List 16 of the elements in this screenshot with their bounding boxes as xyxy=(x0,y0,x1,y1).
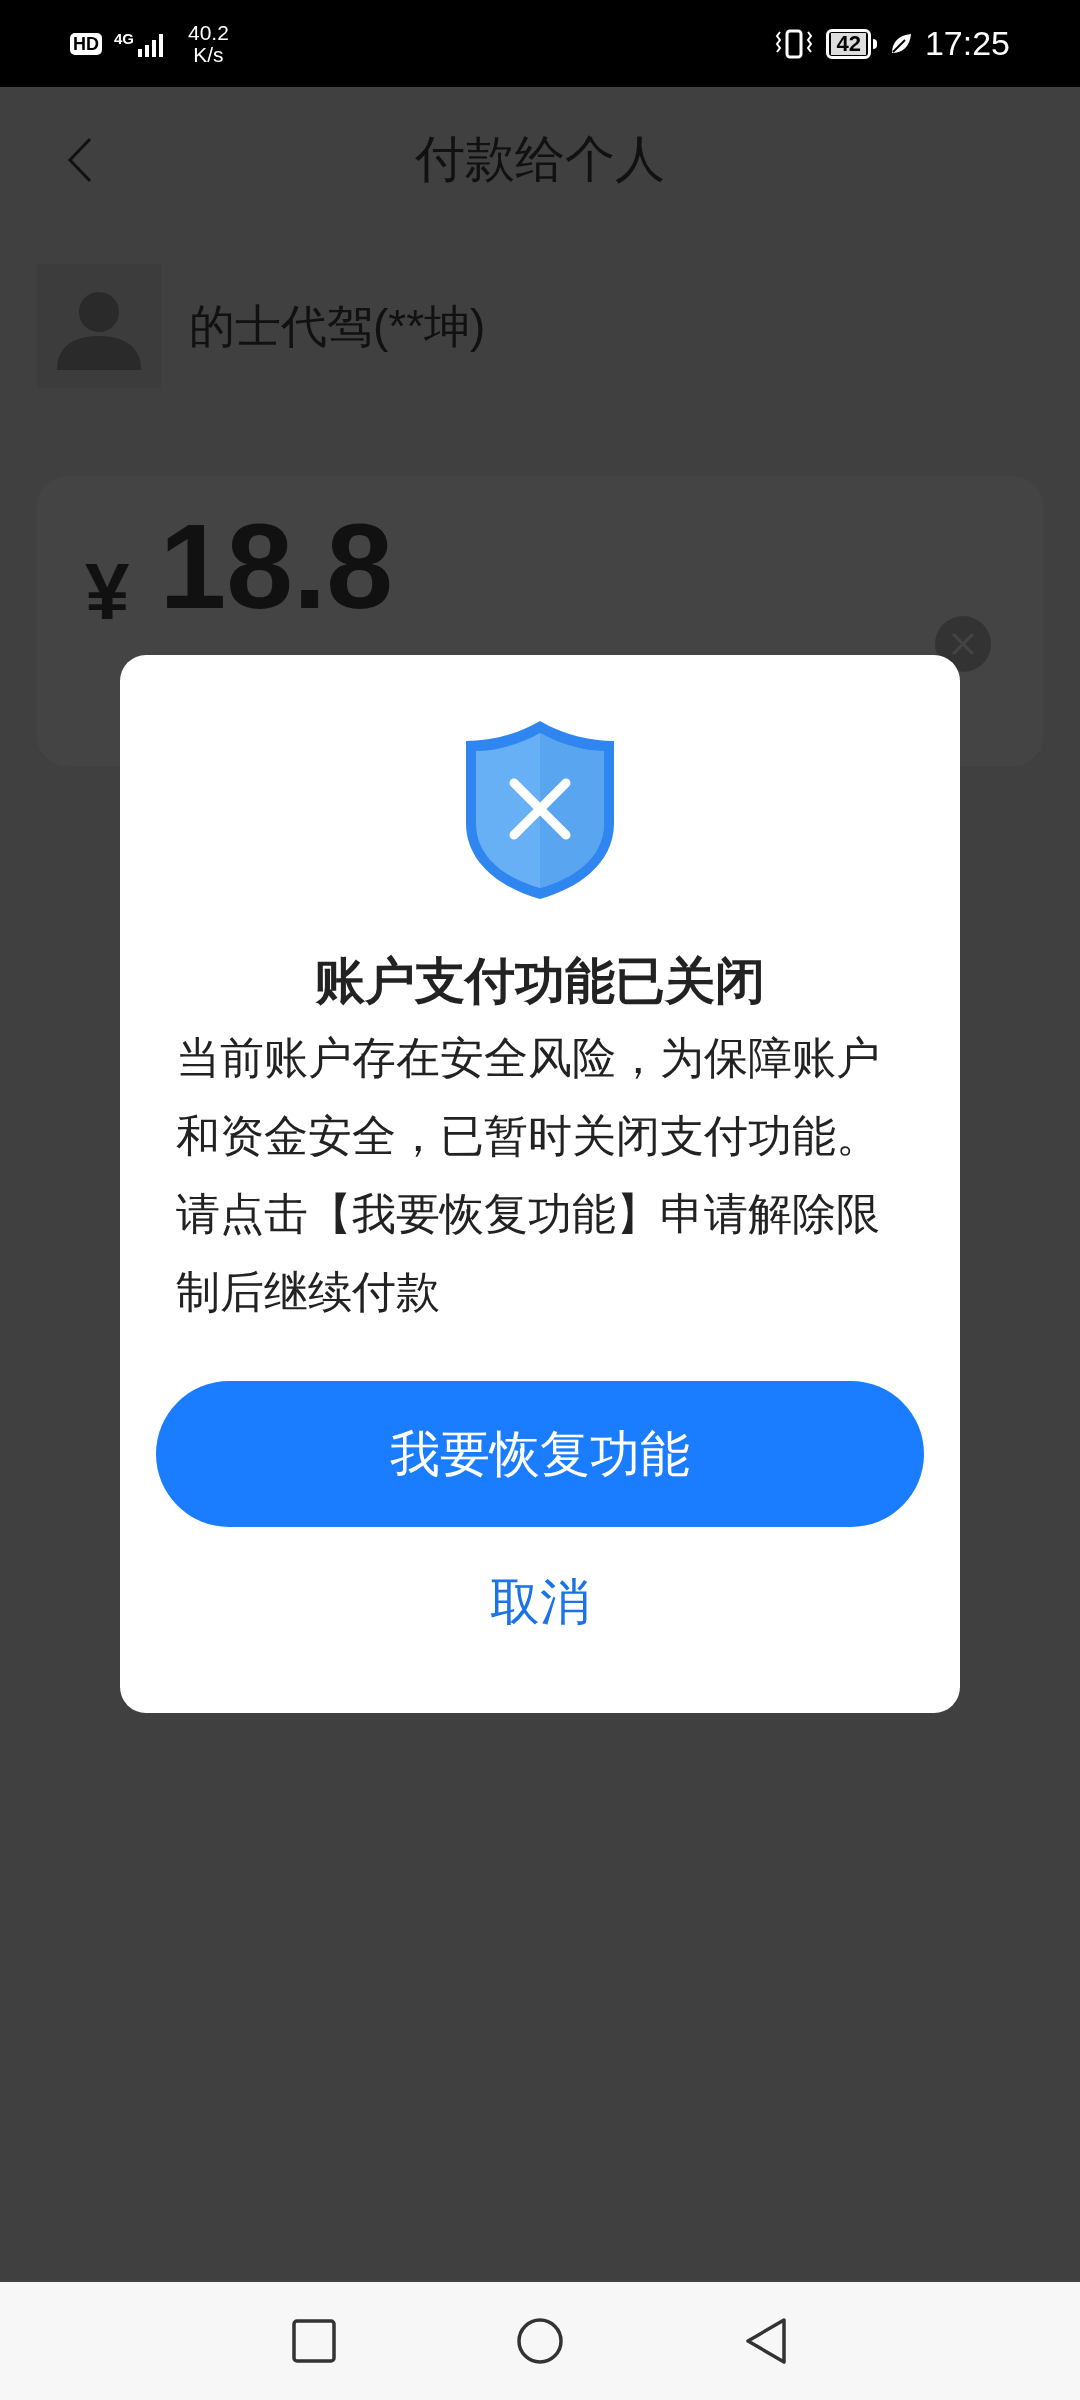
vibrate-icon xyxy=(774,27,815,60)
dialog-title: 账户支付功能已关闭 xyxy=(315,952,765,1011)
restore-function-button[interactable]: 我要恢复功能 xyxy=(156,1381,924,1527)
shield-error-icon xyxy=(464,719,616,901)
back-icon[interactable] xyxy=(744,2317,788,2365)
currency-symbol: ¥ xyxy=(85,552,130,632)
speed-unit: K/s xyxy=(193,43,224,66)
cancel-button[interactable]: 取消 xyxy=(466,1557,614,1648)
hd-badge: HD xyxy=(70,32,102,55)
clock-time: 17:25 xyxy=(924,23,1010,64)
network-speed: 40.2 xyxy=(188,21,229,44)
chevron-left-icon xyxy=(67,136,93,183)
home-icon[interactable] xyxy=(516,2317,564,2365)
dialog-message: 当前账户存在安全风险，为保障账户和资金安全，已暂时关闭支付功能。请点击【我要恢复功能】申请解除限制后继续付款 xyxy=(176,1032,881,1318)
recents-icon[interactable] xyxy=(292,2319,336,2363)
network-type: 4G xyxy=(114,30,134,46)
